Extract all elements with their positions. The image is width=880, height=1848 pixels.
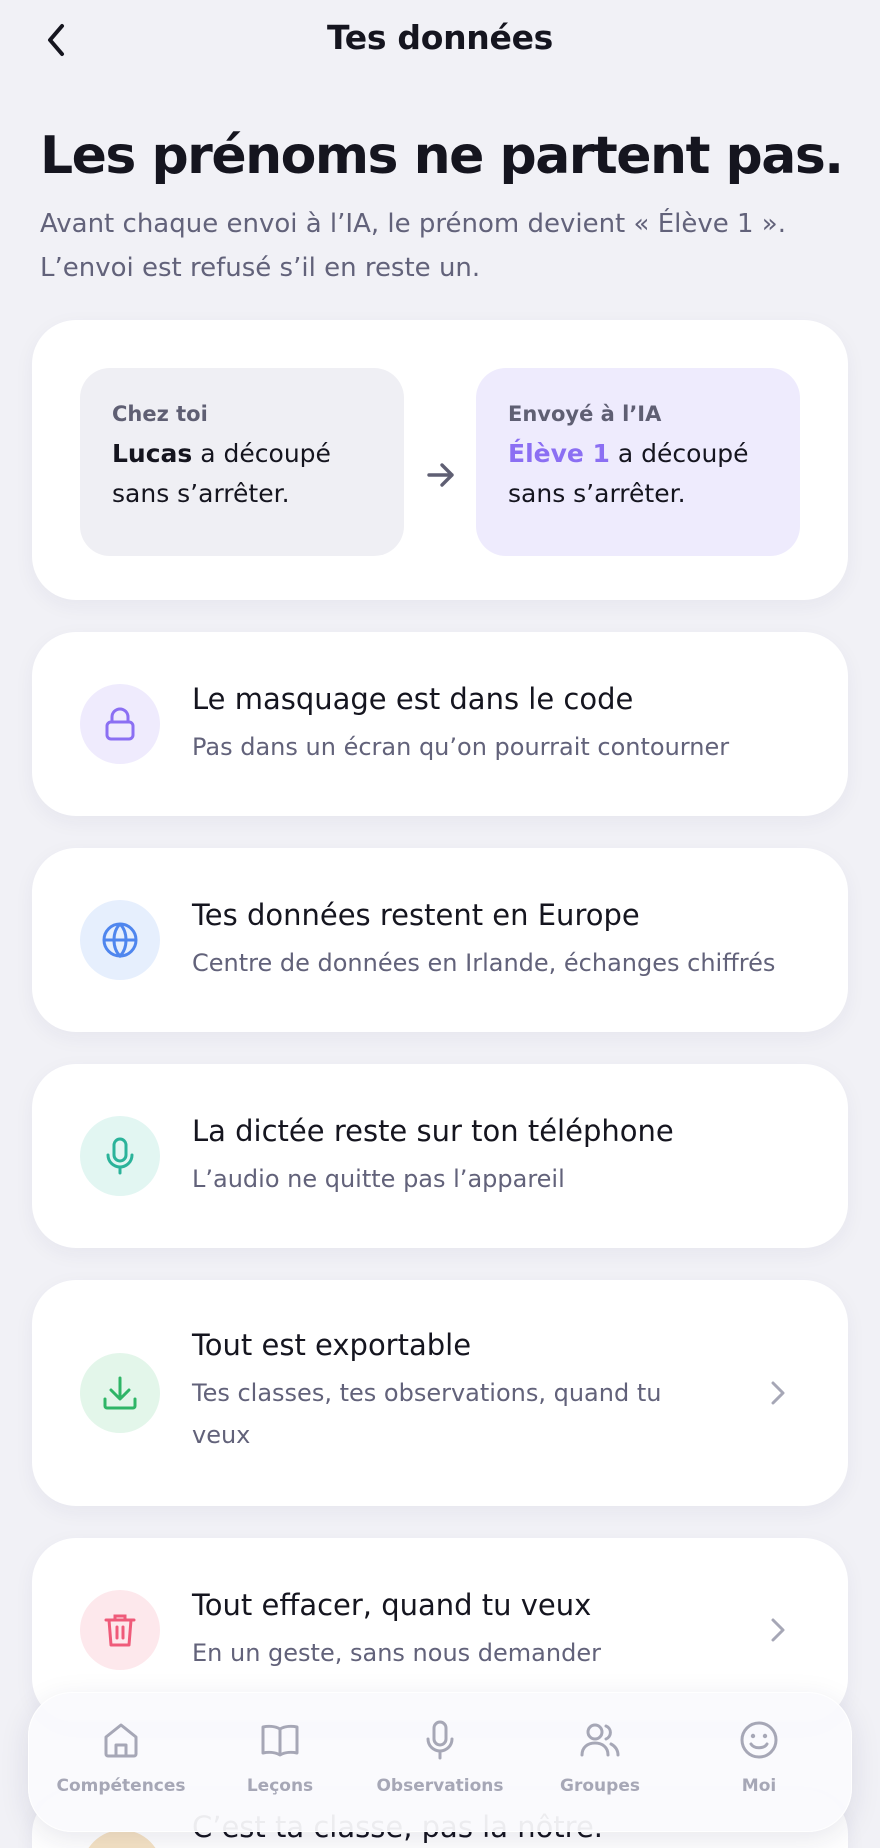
avatar xyxy=(82,1830,162,1848)
feature-card-europe: Tes données restent en Europe Centre de … xyxy=(32,848,848,1032)
feature-icon-badge xyxy=(80,1353,160,1433)
tab-label: Observations xyxy=(376,1776,504,1796)
download-icon xyxy=(103,1376,137,1410)
lock-icon xyxy=(105,707,135,741)
feature-title: Le masquage est dans le code xyxy=(192,682,634,716)
student-pseudonym: Élève 1 xyxy=(508,439,610,468)
sent-example-label: Envoyé à l’IA xyxy=(508,402,662,426)
bottom-tab-bar: Compétences Leçons Observations Groupes xyxy=(28,1692,852,1832)
feature-title: Tout effacer, quand tu veux xyxy=(192,1588,592,1622)
chevron-right-icon xyxy=(766,1612,790,1648)
tab-groupes[interactable]: Groupes xyxy=(525,1692,675,1832)
users-icon xyxy=(580,1723,620,1757)
feature-icon-badge xyxy=(80,900,160,980)
feature-card-dictation: La dictée reste sur ton téléphone L’audi… xyxy=(32,1064,848,1248)
microphone-icon xyxy=(106,1137,134,1175)
feature-title: Tout est exportable xyxy=(192,1328,472,1362)
tab-lecons[interactable]: Leçons xyxy=(205,1692,355,1832)
feature-icon-badge xyxy=(80,684,160,764)
feature-subtitle: L’audio ne quitte pas l’appareil xyxy=(192,1165,565,1193)
trash-icon xyxy=(104,1614,136,1647)
sent-example-text: Élève 1 a découpé sans s’arrêter. xyxy=(508,434,768,514)
hero-title: Les prénoms ne partent pas. xyxy=(40,126,844,186)
globe-icon xyxy=(102,922,138,959)
tab-label: Groupes xyxy=(560,1776,640,1796)
microphone-icon xyxy=(426,1720,454,1760)
feature-icon-badge xyxy=(80,1116,160,1196)
page-title: Tes données xyxy=(326,18,554,57)
feature-card-export[interactable]: Tout est exportable Tes classes, tes obs… xyxy=(32,1280,848,1506)
feature-subtitle: Pas dans un écran qu’on pourrait contour… xyxy=(192,733,730,761)
tab-competences[interactable]: Compétences xyxy=(46,1692,196,1832)
book-icon xyxy=(261,1724,299,1757)
local-example-box: Chez toi Lucas a découpé sans s’arrêter. xyxy=(80,368,404,556)
tab-observations[interactable]: Observations xyxy=(365,1692,515,1832)
local-example-text: Lucas a découpé sans s’arrêter. xyxy=(112,434,372,514)
hero-subtitle-line-1: Avant chaque envoi à l’IA, le prénom dev… xyxy=(40,209,786,239)
arrow-right-icon xyxy=(427,463,454,487)
feature-title: La dictée reste sur ton téléphone xyxy=(192,1114,674,1148)
hero-subtitle: Avant chaque envoi à l’IA, le prénom dev… xyxy=(40,202,860,290)
tab-label: Compétences xyxy=(56,1776,186,1796)
sent-example-box: Envoyé à l’IA Élève 1 a découpé sans s’a… xyxy=(476,368,800,556)
feature-title: Tes données restent en Europe xyxy=(192,898,640,932)
student-real-name: Lucas xyxy=(112,439,193,468)
feature-card-masking: Le masquage est dans le code Pas dans un… xyxy=(32,632,848,816)
feature-subtitle: En un geste, sans nous demander xyxy=(192,1639,601,1667)
tab-label: Moi xyxy=(741,1776,777,1796)
feature-icon-badge xyxy=(80,1590,160,1670)
local-example-label: Chez toi xyxy=(112,402,208,426)
feature-subtitle: Tes classes, tes observations, quand tu … xyxy=(192,1379,662,1449)
anonymization-example-card: Chez toi Lucas a découpé sans s’arrêter.… xyxy=(32,320,848,600)
chevron-right-icon xyxy=(766,1375,790,1411)
tab-moi[interactable]: Moi xyxy=(684,1692,834,1832)
top-bar: Tes données xyxy=(0,0,880,80)
feature-subtitle: Centre de données en Irlande, échanges c… xyxy=(192,949,776,977)
tab-label: Leçons xyxy=(246,1776,314,1796)
hero-subtitle-line-2: L’envoi est refusé s’il en reste un. xyxy=(40,253,481,283)
home-icon xyxy=(104,1723,138,1758)
smiley-icon xyxy=(740,1721,778,1759)
